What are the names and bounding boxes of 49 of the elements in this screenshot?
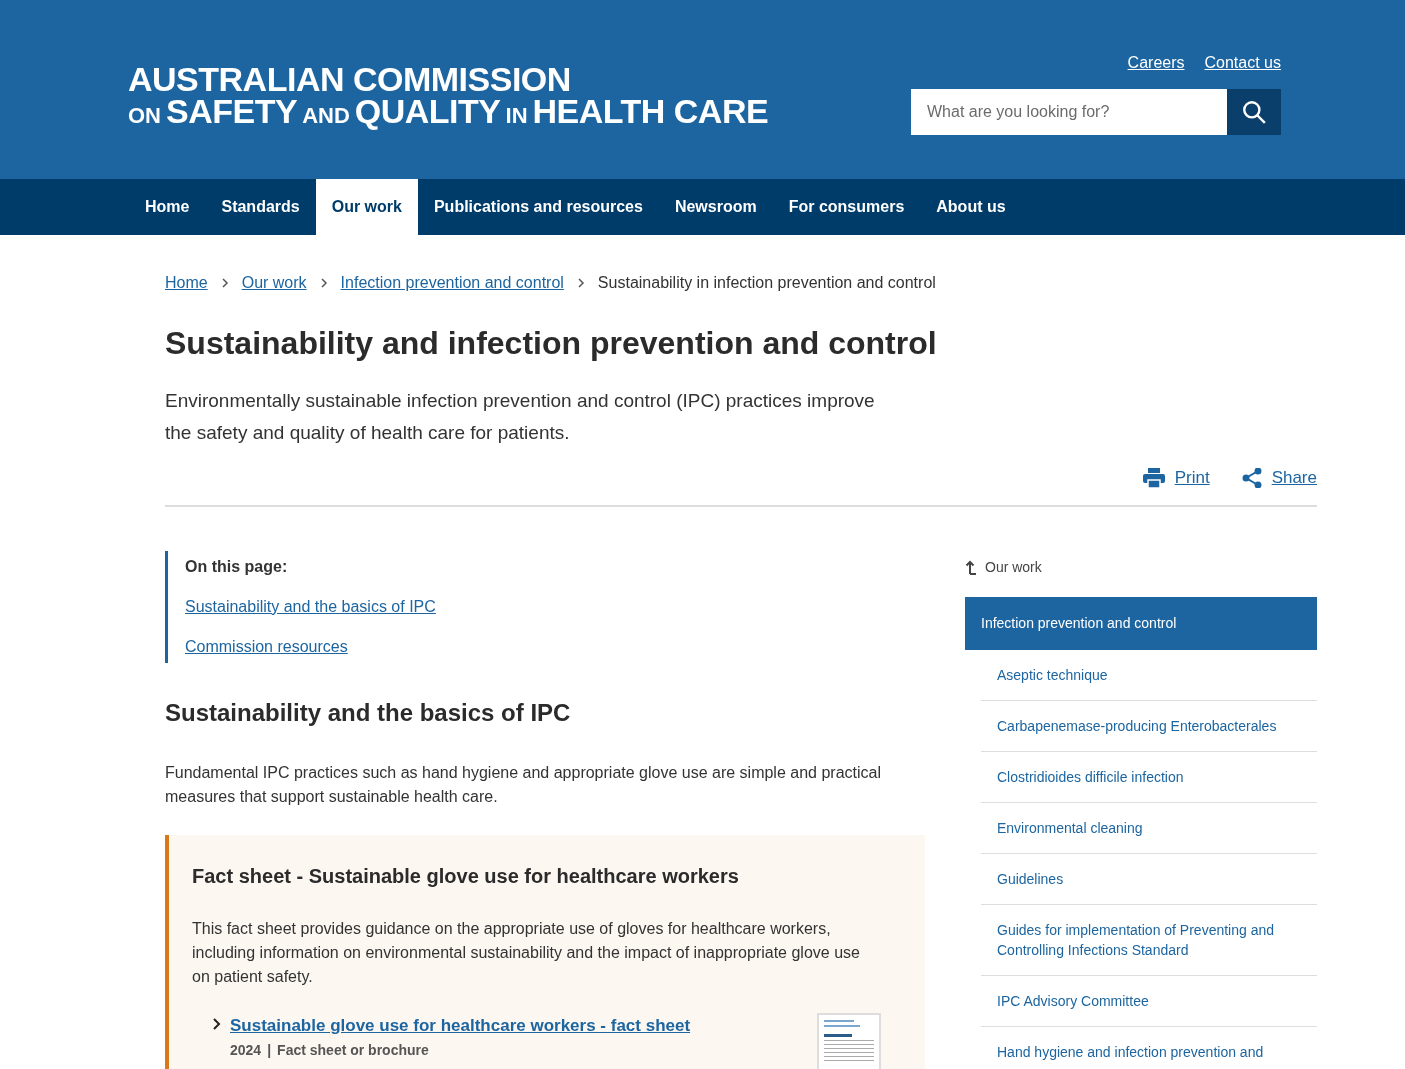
search-button[interactable]: [1227, 89, 1281, 135]
sidebar-item[interactable]: Guides for implementation of Preventing and Controlling Infections Standard: [981, 904, 1317, 976]
header-link[interactable]: Contact us: [1204, 51, 1281, 75]
parent-link[interactable]: Our work: [965, 552, 1317, 583]
breadcrumb-link[interactable]: Home: [165, 271, 208, 295]
nav-tab[interactable]: Our work: [315, 179, 418, 235]
sidebar-item[interactable]: Carbapenemase-producing Enterobacterales: [981, 700, 1317, 752]
nav-tab[interactable]: Publications and resources: [417, 179, 659, 235]
organisation-logo[interactable]: AUSTRALIAN COMMISSION ON SAFETY AND QUALITY IN HEALTH CARE: [128, 62, 769, 128]
breadcrumb-link[interactable]: Infection prevention and control: [340, 271, 564, 295]
sidebar-item[interactable]: Guidelines: [981, 853, 1317, 905]
breadcrumb-link[interactable]: Our work: [241, 271, 307, 295]
intro-text: Environmentally sustainable infection prevention and control (IPC) practices improve the safety and quality of health care for patients.: [165, 389, 876, 445]
nav-tab[interactable]: Home: [129, 179, 206, 235]
sidebar-item[interactable]: Hand hygiene and infection prevention and: [981, 1026, 1317, 1069]
sidebar-item[interactable]: Aseptic technique: [981, 649, 1317, 701]
chevron-icon: [319, 278, 328, 288]
header-link[interactable]: Careers: [1127, 51, 1185, 75]
sidebar-item[interactable]: Infection prevention and control: [965, 596, 1317, 650]
section-text: Fundamental IPC practices such as hand hygiene and appropriate glove use are simple and practical measures that support sustainable health care.: [165, 762, 882, 807]
breadcrumb-current: Sustainability in infection prevention and control: [597, 273, 936, 293]
section-heading: Sustainability and the basics of IPC: [165, 697, 572, 728]
printer-icon: [1142, 467, 1165, 488]
print-link[interactable]: Print: [1174, 465, 1210, 491]
nav-tab[interactable]: For consumers: [772, 179, 921, 235]
nav-tab[interactable]: About us: [920, 179, 1022, 235]
nav-tab[interactable]: Newsroom: [658, 179, 773, 235]
share-icon: [1241, 467, 1262, 488]
search-icon: [1241, 99, 1267, 125]
card-text: This fact sheet provides guidance on the appropriate use of gloves for healthcare workers, including information on environmental sustainability and the impact of inappropriate glove use on patient safety.: [192, 918, 861, 987]
resource-link[interactable]: Sustainable glove use for healthcare workers - fact sheet: [230, 1015, 691, 1035]
sidebar-item[interactable]: Clostridioides difficile infection: [981, 751, 1317, 803]
chevron-icon: [576, 278, 585, 288]
up-arrow-icon: [965, 560, 977, 575]
anchor-link[interactable]: Commission resources: [185, 634, 348, 659]
search-field[interactable]: What are you looking for?: [911, 89, 1227, 135]
nav-tab[interactable]: Standards: [205, 179, 316, 235]
card-title: Fact sheet - Sustainable glove use for healthcare workers: [192, 863, 740, 889]
on-this-page-heading: On this page:: [185, 556, 289, 577]
separator-text: |: [267, 1041, 272, 1060]
sidebar-item[interactable]: IPC Advisory Committee: [981, 975, 1317, 1027]
chevron-icon: [220, 278, 229, 288]
anchor-link[interactable]: Sustainability and the basics of IPC: [185, 594, 436, 619]
sidebar-item[interactable]: Environmental cleaning: [981, 802, 1317, 854]
chevron-icon: [212, 1016, 222, 1031]
resource-type: Fact sheet or brochure: [277, 1041, 429, 1060]
page-title: Sustainability and infection prevention and control: [165, 324, 938, 363]
resource-year: 2024: [230, 1041, 262, 1060]
share-link[interactable]: Share: [1271, 465, 1317, 491]
